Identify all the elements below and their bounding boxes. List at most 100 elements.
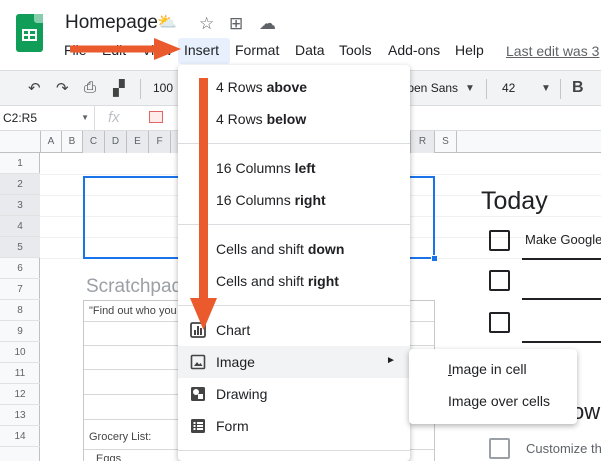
row-header[interactable]: 13 — [0, 405, 40, 426]
menu-view[interactable]: View — [142, 42, 172, 58]
weather-emoji-icon: ⛅ — [157, 14, 177, 31]
font-dropdown-chevron-icon[interactable]: ▼ — [465, 83, 475, 94]
zoom-select[interactable]: 100 — [153, 81, 173, 95]
column-header[interactable]: S — [434, 131, 456, 153]
menu-item-rows-above[interactable]: 4 Rows above — [178, 71, 410, 103]
menu-file[interactable]: File — [64, 42, 87, 58]
submenu-item-image-in-cell[interactable]: Image in cell — [409, 354, 577, 384]
menu-divider — [178, 224, 410, 225]
name-box-chevron-icon[interactable]: ▼ — [81, 113, 89, 122]
row-header[interactable]: 4 — [0, 216, 40, 237]
menu-item-columns-right[interactable]: 16 Columns right — [178, 184, 410, 216]
menu-data[interactable]: Data — [295, 42, 325, 58]
chart-icon — [190, 322, 206, 338]
bold-button[interactable]: B — [572, 79, 584, 97]
name-box-value: C2:R5 — [3, 111, 38, 125]
select-all-corner[interactable] — [0, 131, 40, 153]
row-header[interactable]: 5 — [0, 237, 40, 258]
row-header[interactable]: 2 — [0, 174, 40, 195]
row-header[interactable]: 6 — [0, 258, 40, 279]
todo-item-text: Customize th — [526, 441, 601, 456]
menu-item-rows-below[interactable]: 4 Rows below — [178, 103, 410, 135]
row-header[interactable]: 11 — [0, 363, 40, 384]
todo-checkbox[interactable] — [489, 230, 510, 251]
menu-mnemonic: g — [471, 393, 480, 409]
fx-icon: fx — [108, 109, 120, 126]
column-header[interactable]: D — [104, 131, 126, 153]
menu-item-chart[interactable]: Chart — [178, 314, 410, 346]
row-header[interactable]: 12 — [0, 384, 40, 405]
submenu-arrow-icon: ► — [386, 355, 396, 366]
row-header[interactable]: 9 — [0, 321, 40, 342]
menu-item-label-bold: left — [294, 160, 316, 176]
menu-item-label: mage in cell — [451, 361, 527, 377]
comment-insert-icon — [149, 111, 163, 123]
paint-format-icon[interactable]: ▞ — [113, 79, 125, 97]
menu-item-label: 16 Columns — [216, 160, 295, 176]
selection-fill-handle[interactable] — [431, 255, 438, 262]
image-submenu: Image in cell Image over cells — [409, 349, 577, 424]
menu-tools[interactable]: Tools — [339, 42, 372, 58]
row-header[interactable]: 1 — [0, 153, 40, 174]
menu-item-label: e over cells — [479, 393, 550, 409]
row-header[interactable]: 14 — [0, 426, 40, 447]
todo-checkbox[interactable] — [489, 438, 510, 459]
row-header[interactable]: 8 — [0, 300, 40, 321]
menu-divider — [178, 305, 410, 306]
todo-checkbox[interactable] — [489, 270, 510, 291]
print-icon[interactable]: ⎙ — [84, 79, 96, 96]
column-header[interactable]: A — [40, 131, 61, 153]
menu-insert[interactable]: Insert — [184, 42, 219, 58]
menu-addons[interactable]: Add-ons — [388, 42, 440, 58]
menu-item-cells-shift-down[interactable]: Cells and shift down — [178, 233, 410, 265]
menu-item-label-bold: below — [266, 111, 307, 127]
column-header[interactable] — [170, 131, 178, 153]
form-icon — [191, 419, 205, 433]
column-header[interactable]: R — [410, 131, 434, 153]
sheets-logo-icon[interactable] — [16, 14, 43, 52]
todo-checkbox[interactable] — [489, 312, 510, 333]
row-header[interactable]: 7 — [0, 279, 40, 300]
row-header[interactable]: 10 — [0, 342, 40, 363]
menu-item-cells-shift-right[interactable]: Cells and shift right — [178, 265, 410, 297]
column-header[interactable]: C — [82, 131, 104, 153]
font-size-chevron-icon[interactable]: ▼ — [541, 83, 551, 94]
menu-help[interactable]: Help — [455, 42, 484, 58]
todo-underline — [522, 258, 601, 260]
last-edit-link[interactable]: Last edit was 3 — [506, 43, 599, 59]
column-header[interactable]: E — [126, 131, 148, 153]
column-header[interactable]: B — [61, 131, 82, 153]
menu-item-label: Ima — [448, 393, 472, 409]
menu-edit[interactable]: Edit — [102, 42, 126, 58]
menu-item-label: Form — [216, 418, 249, 434]
star-icon[interactable]: ☆ — [199, 14, 214, 34]
row-header-bar: 1 2 3 4 5 6 7 8 9 10 11 12 13 14 — [0, 153, 40, 461]
document-title[interactable]: Homepage — [65, 12, 158, 34]
redo-icon[interactable]: ↷ — [56, 79, 69, 97]
menu-item-label-bold: right — [294, 192, 326, 208]
menu-item-label: 4 Rows — [216, 79, 267, 95]
menu-item-image[interactable]: Image ► — [178, 346, 410, 378]
menu-divider — [178, 143, 410, 144]
grocery-item: Eggs — [96, 453, 122, 461]
top-bar: Homepage ⛅ ☆ ⊞ ☁ File Edit View Insert F… — [0, 0, 601, 70]
menu-item-form[interactable]: Form — [178, 410, 410, 442]
move-folder-icon[interactable]: ⊞ — [229, 14, 243, 34]
row-header[interactable]: 3 — [0, 195, 40, 216]
scratchpad-title: Scratchpad — [86, 276, 183, 297]
menu-item-label-bold: down — [307, 241, 345, 257]
name-box[interactable]: C2:R5 ▼ — [0, 106, 95, 130]
todo-underline — [522, 341, 601, 343]
undo-icon[interactable]: ↶ — [28, 79, 41, 97]
cloud-status-icon[interactable]: ☁ — [259, 14, 276, 34]
toolbar-divider — [140, 79, 141, 99]
font-size-select[interactable]: 42 — [502, 81, 515, 95]
menu-item-columns-left[interactable]: 16 Columns left — [178, 152, 410, 184]
menu-item-label: Drawing — [216, 386, 268, 402]
menu-item-label: 16 Columns — [216, 192, 295, 208]
menu-item-drawing[interactable]: Drawing — [178, 378, 410, 410]
menu-format[interactable]: Format — [235, 42, 279, 58]
submenu-item-image-over-cells[interactable]: Image over cells — [409, 386, 577, 416]
column-header[interactable] — [456, 131, 601, 153]
column-header[interactable]: F — [148, 131, 170, 153]
